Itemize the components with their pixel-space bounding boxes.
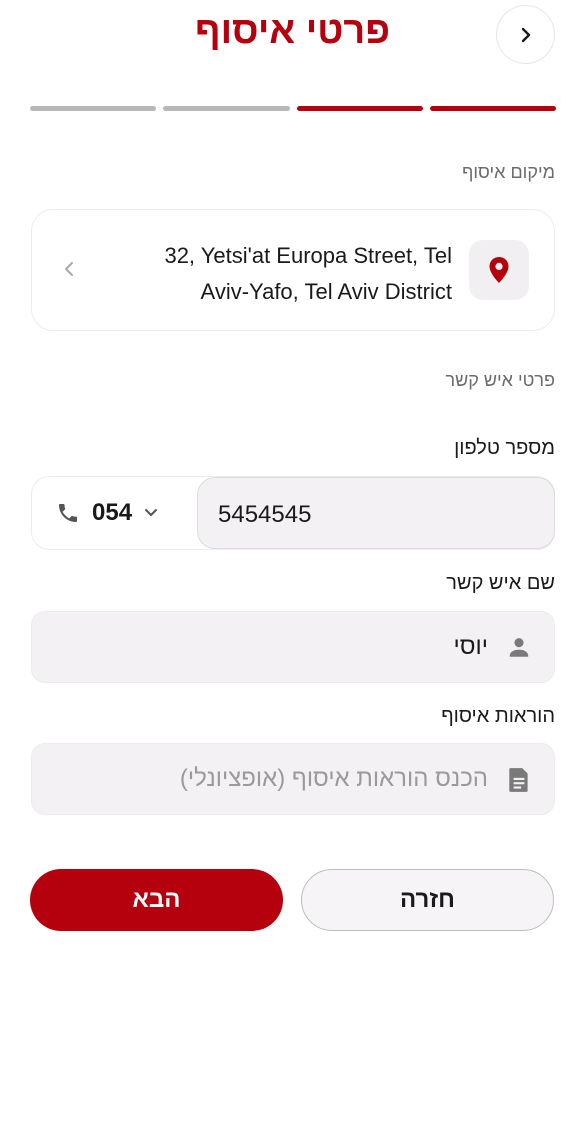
next-button[interactable]: הבא <box>30 869 283 931</box>
phone-prefix-value: 054 <box>92 499 133 526</box>
chevron-left-icon <box>65 262 73 276</box>
pickup-location-label: מיקום איסוף <box>462 162 555 182</box>
location-pin-icon <box>489 257 509 283</box>
pickup-details-screen: פרטי איסוף מיקום איסוף 32, Yetsi'at Euro… <box>0 0 585 1137</box>
pickup-instructions-field <box>31 743 555 815</box>
page-title: פרטי איסוף <box>194 10 391 52</box>
phone-icon <box>59 504 77 522</box>
pickup-instructions-input[interactable] <box>32 744 492 814</box>
progress-step-3 <box>163 106 290 111</box>
progress-step-1 <box>429 106 556 111</box>
pickup-address: 32, Yetsi'at Europa Street, Tel Aviv-Yaf… <box>164 243 452 304</box>
location-pin-icon-box <box>469 240 529 300</box>
contact-name-label: שם איש קשר <box>446 572 555 594</box>
contact-name-input[interactable] <box>32 612 492 682</box>
chevron-down-icon <box>145 509 158 516</box>
progress-step-4 <box>30 106 157 111</box>
pickup-instructions-label: הוראות איסוף <box>441 705 555 727</box>
person-icon <box>509 638 529 657</box>
contact-name-field <box>31 611 555 683</box>
back-button[interactable]: חזרה <box>301 869 554 931</box>
phone-field-group: 054 <box>31 476 555 550</box>
phone-prefix-select[interactable]: 054 <box>56 477 158 549</box>
progress-step-2 <box>296 106 423 111</box>
document-icon <box>509 768 528 792</box>
contact-details-label: פרטי איש קשר <box>445 370 555 390</box>
pickup-location-card[interactable]: 32, Yetsi'at Europa Street, Tel Aviv-Yaf… <box>31 209 555 331</box>
phone-number-label: מספר טלפון <box>454 437 555 459</box>
step-progress <box>30 106 556 111</box>
phone-number-input[interactable] <box>197 477 555 549</box>
